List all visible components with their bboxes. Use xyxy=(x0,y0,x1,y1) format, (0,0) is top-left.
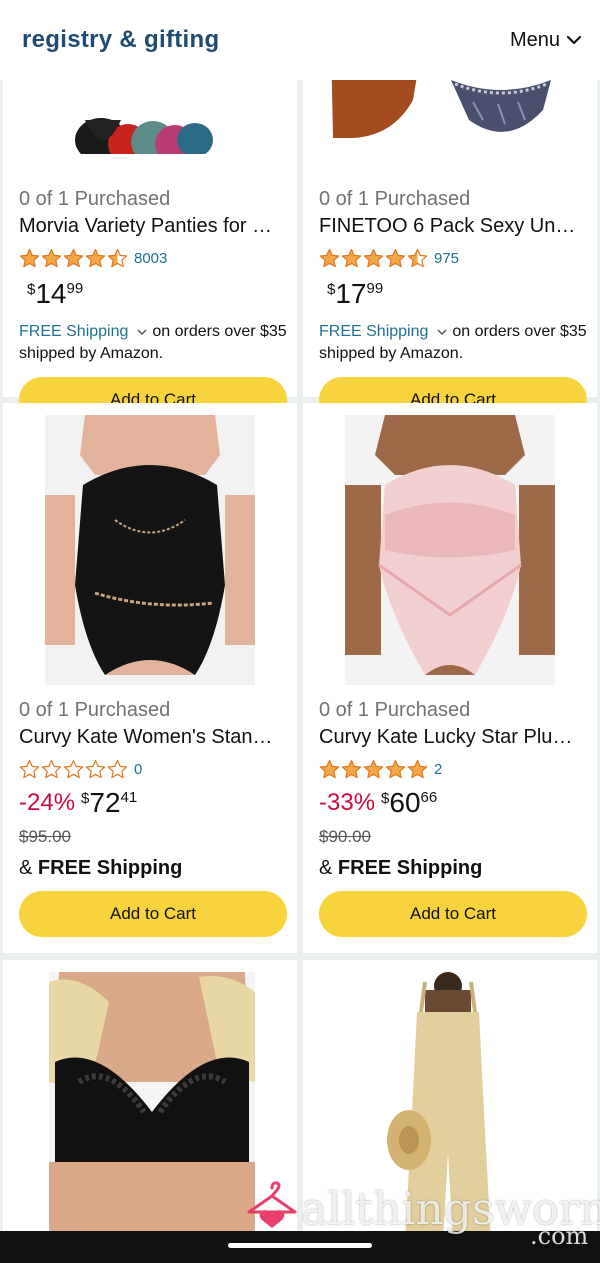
purchased-status: 0 of 1 Purchased xyxy=(19,699,171,721)
star-icon xyxy=(363,248,384,268)
home-indicator[interactable] xyxy=(228,1243,372,1248)
product-title[interactable]: Morvia Variety Panties for W… xyxy=(19,215,283,238)
product-card[interactable]: 0 of 1 Purchased Morvia Variety Panties … xyxy=(3,40,297,423)
free-shipping: & FREE Shipping xyxy=(319,857,483,879)
rating-count[interactable]: 2 xyxy=(434,761,442,778)
rating-count[interactable]: 0 xyxy=(134,761,142,778)
purchased-status: 0 of 1 Purchased xyxy=(319,188,471,210)
star-icon xyxy=(107,248,128,268)
list-price: $95.00 xyxy=(19,827,71,846)
star-icon xyxy=(407,759,428,779)
star-icon xyxy=(85,759,106,779)
star-icon xyxy=(363,759,384,779)
star-icon xyxy=(19,759,40,779)
menu-button[interactable]: Menu xyxy=(510,29,582,52)
star-icon xyxy=(107,759,128,779)
product-image[interactable] xyxy=(49,972,255,1240)
add-to-cart-button[interactable]: Add to Cart xyxy=(319,891,587,937)
purchased-status: 0 of 1 Purchased xyxy=(319,699,471,721)
product-image[interactable] xyxy=(345,415,555,685)
product-card[interactable]: 0 of 1 Purchased Curvy Kate Lucky Star P… xyxy=(303,403,597,953)
hanger-heart-icon xyxy=(247,1181,297,1228)
star-icon xyxy=(19,248,40,268)
star-icon xyxy=(63,248,84,268)
star-icon xyxy=(407,248,428,268)
price: -24% $72 41 xyxy=(19,787,138,818)
discount-badge: -24% xyxy=(19,789,76,816)
star-icon xyxy=(85,248,106,268)
shipping-info: FREE Shipping on orders over $35 xyxy=(319,323,587,340)
shipping-info: FREE Shipping on orders over $35 xyxy=(19,323,287,340)
star-rating-icon xyxy=(319,759,428,780)
star-rating-icon xyxy=(319,248,428,269)
watermark-suffix: .com xyxy=(530,1222,589,1250)
free-shipping: & FREE Shipping xyxy=(19,857,183,879)
product-card[interactable]: 0 of 1 Purchased FINETOO 6 Pack Sexy Und… xyxy=(303,40,597,423)
rating[interactable]: 8003 xyxy=(19,248,167,269)
price: $17 99 xyxy=(327,278,384,309)
star-icon xyxy=(319,759,340,779)
product-image[interactable] xyxy=(45,415,255,685)
star-rating-icon xyxy=(19,759,128,780)
star-icon xyxy=(41,248,62,268)
menu-label: Menu xyxy=(509,28,560,51)
product-card[interactable]: 0 of 1 Purchased Curvy Kate Women's Stan… xyxy=(3,403,297,953)
add-to-cart-button[interactable]: Add to Cart xyxy=(19,891,287,937)
star-icon xyxy=(385,248,406,268)
star-icon xyxy=(385,759,406,779)
star-icon xyxy=(319,248,340,268)
rating-count[interactable]: 8003 xyxy=(134,250,167,267)
purchased-status: 0 of 1 Purchased xyxy=(19,188,171,210)
star-icon xyxy=(41,759,62,779)
discount-badge: -33% xyxy=(319,789,376,816)
shipped-by: shipped by Amazon. xyxy=(319,345,464,362)
rating[interactable]: 2 xyxy=(319,759,442,780)
rating[interactable]: 975 xyxy=(319,248,459,269)
chevron-down-icon[interactable] xyxy=(436,326,448,338)
product-title[interactable]: Curvy Kate Lucky Star Plung… xyxy=(319,726,583,749)
product-title[interactable]: Curvy Kate Women's Standar… xyxy=(19,726,283,749)
product-title[interactable]: FINETOO 6 Pack Sexy Under… xyxy=(319,215,583,238)
watermark: allthingsworn .com xyxy=(245,1180,600,1250)
app-header: registry & gifting Menu xyxy=(0,0,600,80)
free-shipping-link[interactable]: FREE Shipping xyxy=(19,323,128,340)
rating[interactable]: 0 xyxy=(19,759,142,780)
chevron-down-icon[interactable] xyxy=(136,326,148,338)
star-rating-icon xyxy=(19,248,128,269)
price: -33% $60 66 xyxy=(319,787,438,818)
star-icon xyxy=(341,759,362,779)
rating-count[interactable]: 975 xyxy=(434,250,459,267)
chevron-down-icon xyxy=(566,35,582,45)
free-shipping-link[interactable]: FREE Shipping xyxy=(319,323,428,340)
list-price: $90.00 xyxy=(319,827,371,846)
star-icon xyxy=(63,759,84,779)
star-icon xyxy=(341,248,362,268)
shipped-by: shipped by Amazon. xyxy=(19,345,164,362)
price: $14 99 xyxy=(27,278,84,309)
brand-title[interactable]: registry & gifting xyxy=(22,26,219,54)
